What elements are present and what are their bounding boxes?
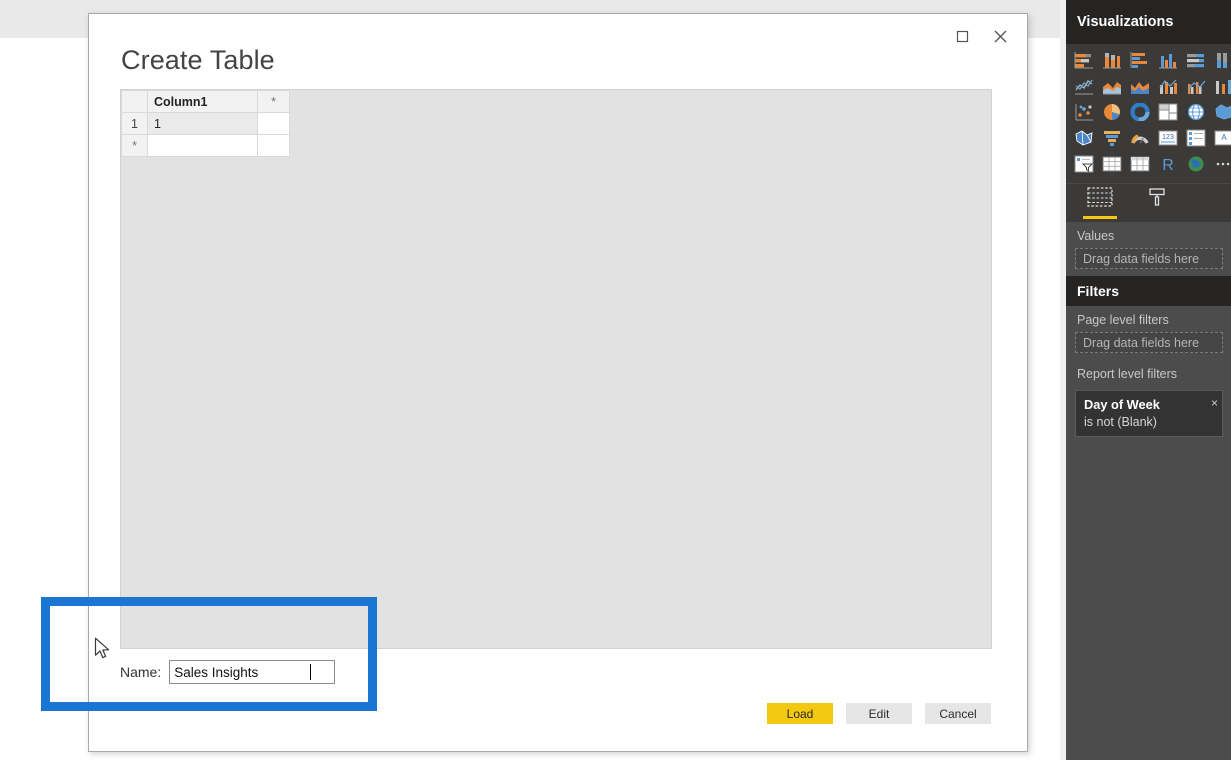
card-icon[interactable]: 123 [1156, 127, 1180, 149]
multi-row-card-icon[interactable] [1184, 127, 1208, 149]
donut-chart-icon[interactable] [1128, 101, 1152, 123]
edit-button[interactable]: Edit [846, 703, 912, 724]
visualizations-header: Visualizations [1066, 0, 1231, 44]
kpi-icon[interactable]: A [1212, 127, 1231, 149]
name-label: Name: [120, 664, 162, 680]
svg-text:123: 123 [1162, 134, 1174, 141]
clustered-bar-chart-icon[interactable] [1128, 49, 1152, 71]
filters-header: Filters [1066, 276, 1231, 306]
visual-type-gallery: 123 A R [1066, 44, 1231, 183]
svg-text:R: R [1162, 157, 1174, 173]
window-controls [943, 22, 1019, 50]
remove-filter-icon[interactable]: × [1211, 396, 1218, 410]
values-dropzone[interactable]: Drag data fields here [1075, 248, 1223, 269]
gauge-chart-icon[interactable] [1128, 127, 1152, 149]
treemap-icon[interactable] [1156, 101, 1180, 123]
table-grid-area[interactable]: Column1 * 1 1 * [120, 89, 992, 649]
visual-pane-tabs [1066, 183, 1231, 222]
r-script-visual-icon[interactable]: R [1156, 153, 1180, 175]
filled-map-icon[interactable] [1212, 101, 1231, 123]
clustered-column-chart-icon[interactable] [1156, 49, 1180, 71]
visualizations-panel: Visualizations 123 A R Values Drag data … [1066, 0, 1231, 760]
map-icon[interactable] [1184, 101, 1208, 123]
table-row[interactable]: * [121, 134, 290, 157]
tab-inactive-underline [1141, 216, 1175, 219]
tab-active-underline [1083, 216, 1117, 219]
screen: Create Table Column1 * 1 1 * Name: Sales… [0, 0, 1231, 760]
scatter-chart-icon[interactable] [1072, 101, 1096, 123]
row-header-new[interactable]: * [121, 134, 148, 157]
stacked-area-chart-icon[interactable] [1128, 75, 1152, 97]
funnel-chart-icon[interactable] [1100, 127, 1124, 149]
name-input-wrap [169, 660, 336, 684]
report-level-filter-card[interactable]: × Day of Week is not (Blank) [1075, 390, 1223, 437]
dialog-title: Create Table [121, 45, 275, 75]
text-caret [310, 664, 312, 680]
cell-newrow-column1[interactable] [147, 134, 258, 157]
cell-newrow-newcolumn[interactable] [257, 134, 290, 157]
ribbon-chart-icon[interactable] [1212, 75, 1231, 97]
cell-row1-column1[interactable]: 1 [147, 112, 258, 135]
cancel-button[interactable]: Cancel [925, 703, 991, 724]
cell-row1-newcolumn[interactable] [257, 112, 290, 135]
table-icon[interactable] [1100, 153, 1124, 175]
matrix-icon[interactable] [1128, 153, 1152, 175]
fields-grid-icon [1087, 187, 1113, 212]
column-header-column1[interactable]: Column1 [147, 90, 258, 113]
shape-map-icon[interactable] [1072, 127, 1096, 149]
grid-corner-cell[interactable] [121, 90, 148, 113]
create-table-dialog: Create Table Column1 * 1 1 * Name: Sales… [88, 13, 1028, 752]
table-row[interactable]: 1 1 [121, 112, 290, 135]
100-percent-stacked-bar-chart-icon[interactable] [1184, 49, 1208, 71]
row-header-1[interactable]: 1 [121, 112, 148, 135]
svg-text:A: A [1221, 133, 1227, 142]
tab-fields[interactable] [1082, 184, 1118, 219]
more-visuals-icon[interactable] [1212, 153, 1231, 175]
filter-condition: is not (Blank) [1084, 415, 1157, 429]
line-chart-icon[interactable] [1072, 75, 1096, 97]
pie-chart-icon[interactable] [1100, 101, 1124, 123]
report-level-filters-label: Report level filters [1077, 367, 1178, 381]
load-button[interactable]: Load [767, 703, 833, 724]
arcgis-map-icon[interactable] [1184, 153, 1208, 175]
name-row: Name: [120, 660, 336, 684]
paint-roller-icon [1146, 187, 1170, 212]
tab-format[interactable] [1140, 184, 1176, 219]
table-header-row: Column1 * [121, 90, 290, 113]
area-chart-icon[interactable] [1100, 75, 1124, 97]
close-icon[interactable] [981, 22, 1019, 50]
values-section-label: Values [1077, 229, 1115, 243]
stacked-bar-chart-icon[interactable] [1072, 49, 1096, 71]
slicer-icon[interactable] [1072, 153, 1096, 175]
data-entry-table[interactable]: Column1 * 1 1 * [121, 90, 290, 157]
add-column-header[interactable]: * [257, 90, 290, 113]
page-level-filters-label: Page level filters [1077, 313, 1169, 327]
line-and-clustered-column-chart-icon[interactable] [1184, 75, 1208, 97]
dialog-footer-buttons: Load Edit Cancel [767, 703, 991, 724]
page-level-filters-dropzone[interactable]: Drag data fields here [1075, 332, 1223, 353]
stacked-column-chart-icon[interactable] [1100, 49, 1124, 71]
100-percent-stacked-column-chart-icon[interactable] [1212, 49, 1231, 71]
filter-field-name: Day of Week [1084, 397, 1160, 412]
line-and-stacked-column-chart-icon[interactable] [1156, 75, 1180, 97]
maximize-icon[interactable] [943, 22, 981, 50]
